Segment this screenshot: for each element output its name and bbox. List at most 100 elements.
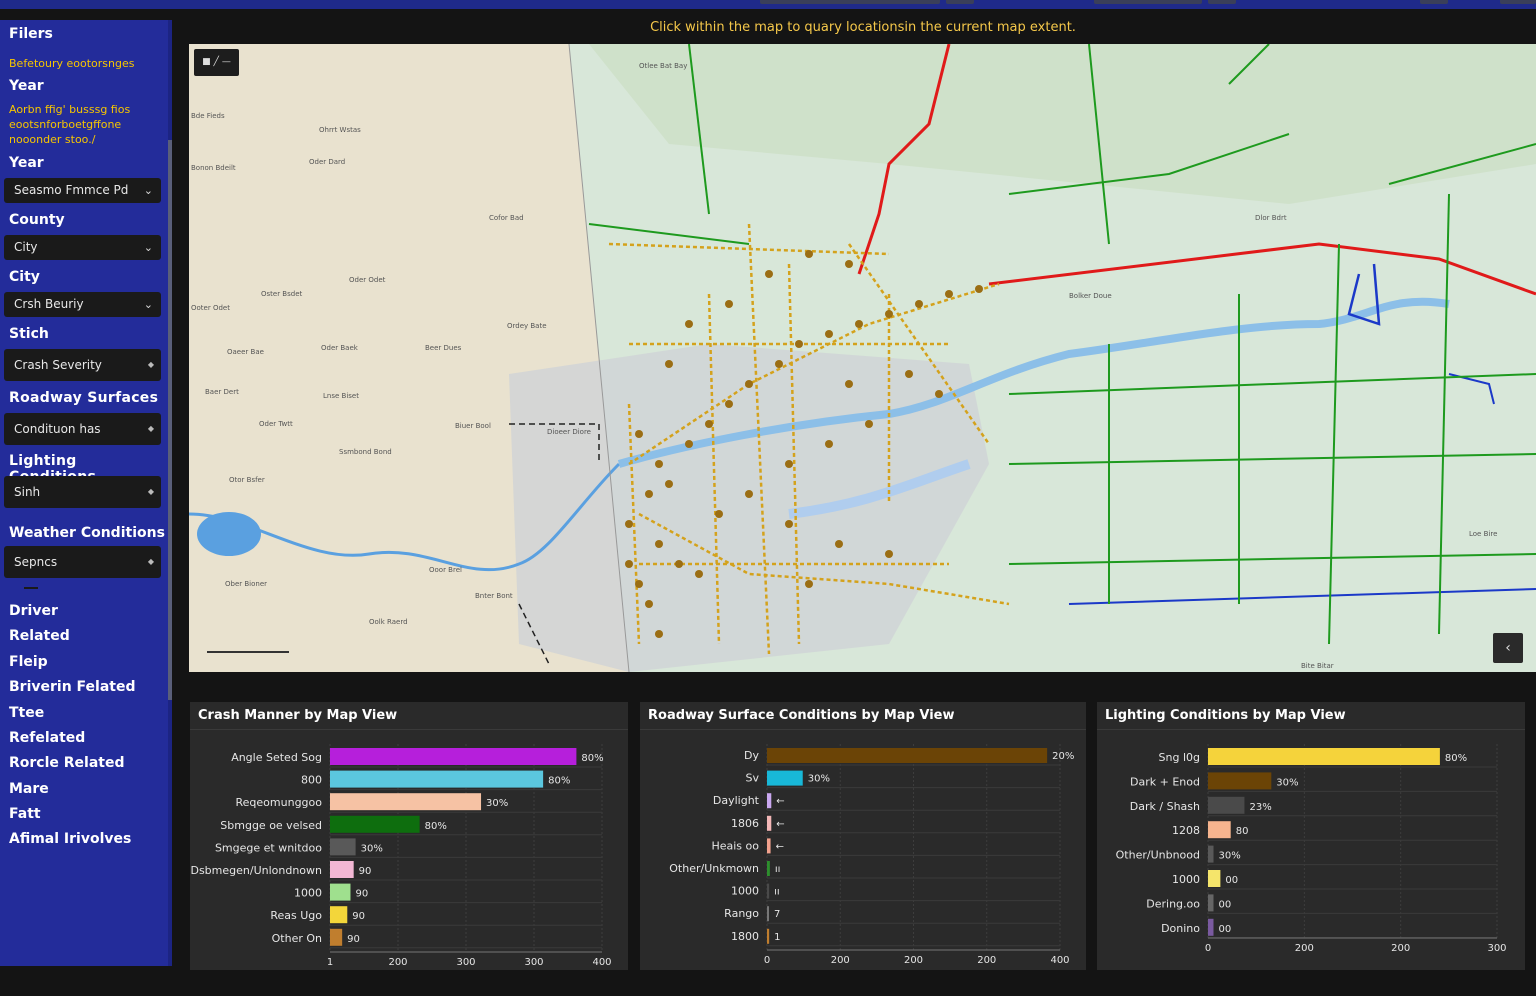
place-label: Loe Bire (1469, 530, 1497, 538)
place-label: Oder Baek (321, 344, 359, 352)
data-label: 00 (1219, 924, 1232, 935)
category-label: Sng l0g (1159, 751, 1200, 764)
city-label: City (9, 269, 40, 285)
county-select[interactable]: City ⌄ (4, 235, 161, 260)
place-label: Beer Dues (425, 344, 462, 352)
lighting-select[interactable]: Sinh ◆ (4, 476, 161, 508)
bar (767, 838, 771, 854)
data-label: ← (776, 796, 784, 807)
place-label: Ooter Odet (191, 304, 230, 312)
top-bar-control[interactable] (1208, 0, 1236, 4)
bar (1208, 845, 1214, 863)
category-label: Sbmgge oe velsed (220, 819, 322, 832)
expand-icon: ◆ (147, 557, 154, 566)
roadway-surface-select[interactable]: Condituon has ◆ (4, 413, 161, 445)
roadway-surface-chart: Dy 20% Sv 30% Daylight ← 1806 ← Heais oo ← Other/U… (669, 744, 1074, 966)
bar (1208, 772, 1272, 790)
year-heading: Year (9, 78, 44, 94)
map-canvas[interactable]: Otlee Bat Bay Ohrrt Wstas Bde Fieds Bono… (189, 44, 1536, 672)
place-label: Ooor Brel (429, 566, 462, 574)
top-bar-control[interactable] (760, 0, 940, 4)
lighting-conditions-chart: Sng l0g 80% Dark + Enod 30% Dark / Shash 23% 1… (1116, 744, 1507, 954)
filter-item[interactable]: Fleip (9, 654, 48, 670)
place-label: Ohrrt Wstas (319, 126, 361, 134)
place-label: Bonon Bdeilt (191, 164, 236, 172)
place-label: Ober Bioner (225, 580, 267, 588)
category-label: 1208 (1172, 824, 1200, 837)
expand-icon: ◆ (147, 360, 154, 369)
map-tool-button[interactable]: ■ ╱ — (194, 49, 239, 76)
top-bar-control[interactable] (1500, 0, 1536, 4)
bar (330, 906, 348, 924)
crash-severity-select[interactable]: Crash Severity ◆ (4, 349, 161, 381)
data-label: 30% (486, 798, 508, 809)
place-label: Oaeer Bae (227, 348, 264, 356)
lighting-conditions-panel: Lighting Conditions by Map View Sng l0g 8… (1097, 702, 1525, 970)
year-note: Aorbn ffig' busssg fios eootsnforboetgff… (9, 103, 131, 146)
filter-item[interactable]: Related (9, 628, 70, 644)
crash-map[interactable]: Otlee Bat Bay Ohrrt Wstas Bde Fieds Bono… (189, 44, 1536, 672)
bar (330, 883, 351, 901)
top-bar-control[interactable] (1094, 0, 1202, 4)
bar (330, 748, 577, 765)
filter-item[interactable]: Fatt (9, 806, 41, 822)
sidebar-scrollbar[interactable] (168, 140, 172, 700)
bar (767, 770, 803, 786)
bar (330, 815, 420, 833)
top-bar-control[interactable] (946, 0, 974, 4)
tick-label: 400 (592, 957, 611, 968)
year-select-value: Seasmo Fmmce Pd (14, 183, 129, 197)
filter-item[interactable]: Mare (9, 781, 49, 797)
tick-label: 200 (977, 955, 996, 966)
data-label: ıı (775, 864, 781, 875)
filter-item[interactable]: Refelated (9, 730, 85, 746)
roadway-surfaces-label: Roadway Surfaces (9, 390, 159, 406)
data-label: ← (776, 819, 784, 830)
place-label: Oder Dard (309, 158, 345, 166)
panel-title: Roadway Surface Conditions by Map View (648, 708, 955, 723)
top-bar-control[interactable] (1420, 0, 1448, 4)
data-label: 00 (1225, 875, 1238, 886)
weather-conditions-label: Weather Conditions (9, 525, 165, 541)
place-label: Ordey Bate (507, 322, 547, 330)
divider (24, 587, 38, 589)
tick-label: 200 (388, 957, 407, 968)
year-label: Year (9, 155, 44, 171)
panel-title: Lighting Conditions by Map View (1105, 708, 1346, 723)
bar (767, 906, 769, 922)
data-label: 90 (355, 889, 368, 900)
place-label: Dlor Bdrt (1255, 214, 1287, 222)
filter-item[interactable]: Driver (9, 603, 58, 619)
roadway-surface-value: Condituon has (14, 422, 101, 436)
bar (1208, 748, 1440, 765)
data-label: 80% (581, 753, 603, 764)
crash-manner-chart: Angle Seted Sog 80% 800 80% Reqeomunggoo 30% S… (190, 744, 612, 968)
expand-icon: ◆ (147, 424, 154, 433)
year-select[interactable]: Seasmo Fmmce Pd ⌄ (4, 178, 161, 203)
data-label: 20% (1052, 751, 1074, 762)
place-label: Oder Twtt (259, 420, 293, 428)
filter-item[interactable]: Rorcle Related (9, 755, 125, 771)
data-label: ıı (774, 887, 780, 898)
bar (767, 748, 1048, 763)
data-label: 7 (774, 909, 780, 920)
place-label: Dioeer Diore (547, 428, 591, 436)
data-label: 80% (548, 776, 570, 787)
collapse-panel-button[interactable]: ‹ (1493, 633, 1523, 663)
weather-select[interactable]: Sepncs ◆ (4, 546, 161, 578)
category-label: 1806 (731, 817, 759, 830)
data-label: 80 (1236, 826, 1249, 837)
panel-title: Crash Manner by Map View (198, 708, 398, 723)
bar (330, 838, 356, 856)
category-label: Reqeomunggoo (236, 796, 323, 809)
place-label: Cofor Bad (489, 214, 524, 222)
filter-item[interactable]: Briverin Felated (9, 679, 136, 695)
category-label: 1800 (731, 930, 759, 943)
data-label: 90 (359, 866, 372, 877)
chevron-down-icon: ⌄ (143, 298, 153, 311)
city-select[interactable]: Crsh Beuriy ⌄ (4, 292, 161, 317)
filter-item[interactable]: Afimal Irivolves (9, 831, 131, 847)
filter-item[interactable]: Ttee (9, 705, 44, 721)
category-label: Angle Seted Sog (231, 751, 322, 764)
place-label: Oder Odet (349, 276, 386, 284)
